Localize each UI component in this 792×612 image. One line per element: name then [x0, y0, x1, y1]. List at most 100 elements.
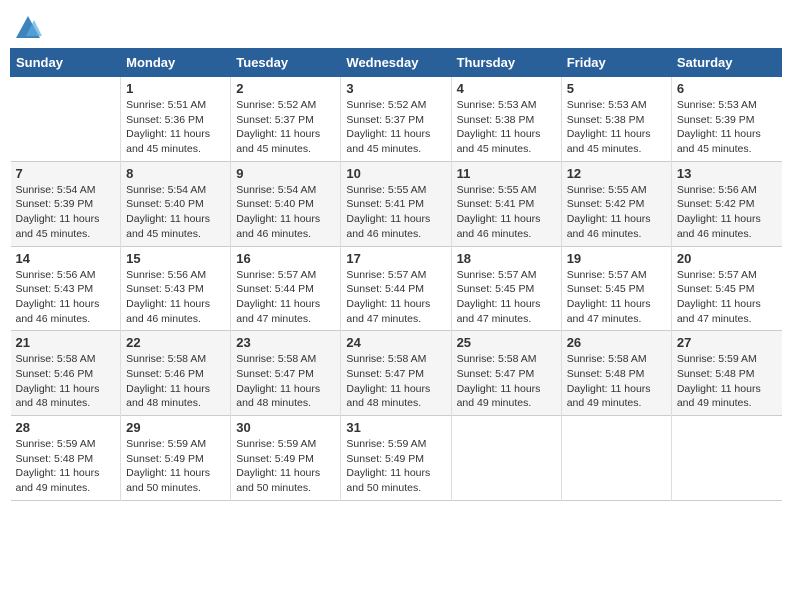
- day-info: Sunrise: 5:58 AM Sunset: 5:47 PM Dayligh…: [236, 352, 335, 411]
- day-number: 14: [16, 251, 116, 266]
- day-number: 11: [457, 166, 556, 181]
- day-number: 4: [457, 81, 556, 96]
- calendar-cell: 31Sunrise: 5:59 AM Sunset: 5:49 PM Dayli…: [341, 416, 451, 501]
- day-info: Sunrise: 5:55 AM Sunset: 5:41 PM Dayligh…: [346, 183, 445, 242]
- day-info: Sunrise: 5:53 AM Sunset: 5:38 PM Dayligh…: [567, 98, 666, 157]
- day-number: 22: [126, 335, 225, 350]
- day-number: 26: [567, 335, 666, 350]
- day-number: 20: [677, 251, 777, 266]
- calendar-cell: 11 Sunrise: 5:55 AM Sunset: 5:41 PM Dayli…: [451, 161, 561, 246]
- day-info: Sunrise: 5:58 AM Sunset: 5:47 PM Dayligh…: [346, 352, 445, 411]
- header-thursday: Thursday: [451, 49, 561, 77]
- day-number: 8: [126, 166, 225, 181]
- day-info: Sunrise: 5:57 AM Sunset: 5:44 PM Dayligh…: [236, 268, 335, 327]
- calendar-cell: 28Sunrise: 5:59 AM Sunset: 5:48 PM Dayli…: [11, 416, 121, 501]
- day-info: Sunrise: 5:58 AM Sunset: 5:46 PM Dayligh…: [126, 352, 225, 411]
- calendar-cell: 25Sunrise: 5:58 AM Sunset: 5:47 PM Dayli…: [451, 331, 561, 416]
- day-number: 2: [236, 81, 335, 96]
- day-info: Sunrise: 5:59 AM Sunset: 5:48 PM Dayligh…: [16, 437, 116, 496]
- day-info: Sunrise: 5:55 AM Sunset: 5:42 PM Dayligh…: [567, 183, 666, 242]
- week-row-3: 14 Sunrise: 5:56 AM Sunset: 5:43 PM Dayli…: [11, 246, 782, 331]
- day-number: 21: [16, 335, 116, 350]
- day-number: 18: [457, 251, 556, 266]
- calendar-cell: [671, 416, 781, 501]
- day-info: Sunrise: 5:51 AM Sunset: 5:36 PM Dayligh…: [126, 98, 225, 157]
- calendar-cell: 21 Sunrise: 5:58 AM Sunset: 5:46 PM Dayli…: [11, 331, 121, 416]
- calendar-cell: 30 Sunrise: 5:59 AM Sunset: 5:49 PM Dayli…: [231, 416, 341, 501]
- day-info: Sunrise: 5:56 AM Sunset: 5:43 PM Dayligh…: [126, 268, 225, 327]
- day-info: Sunrise: 5:54 AM Sunset: 5:40 PM Dayligh…: [236, 183, 335, 242]
- day-info: Sunrise: 5:58 AM Sunset: 5:46 PM Dayligh…: [16, 352, 116, 411]
- day-number: 30: [236, 420, 335, 435]
- day-number: 7: [16, 166, 116, 181]
- day-info: Sunrise: 5:57 AM Sunset: 5:45 PM Dayligh…: [457, 268, 556, 327]
- header-sunday: Sunday: [11, 49, 121, 77]
- week-row-5: 28Sunrise: 5:59 AM Sunset: 5:48 PM Dayli…: [11, 416, 782, 501]
- page-header: [10, 10, 782, 42]
- calendar-table: SundayMondayTuesdayWednesdayThursdayFrid…: [10, 48, 782, 501]
- day-info: Sunrise: 5:59 AM Sunset: 5:49 PM Dayligh…: [126, 437, 225, 496]
- calendar-cell: 17 Sunrise: 5:57 AM Sunset: 5:44 PM Dayli…: [341, 246, 451, 331]
- calendar-cell: 2 Sunrise: 5:52 AM Sunset: 5:37 PM Daylig…: [231, 77, 341, 162]
- header-row: SundayMondayTuesdayWednesdayThursdayFrid…: [11, 49, 782, 77]
- calendar-cell: 26 Sunrise: 5:58 AM Sunset: 5:48 PM Dayli…: [561, 331, 671, 416]
- day-number: 16: [236, 251, 335, 266]
- calendar-cell: 5 Sunrise: 5:53 AM Sunset: 5:38 PM Daylig…: [561, 77, 671, 162]
- week-row-2: 7 Sunrise: 5:54 AM Sunset: 5:39 PM Daylig…: [11, 161, 782, 246]
- day-number: 6: [677, 81, 777, 96]
- header-wednesday: Wednesday: [341, 49, 451, 77]
- calendar-cell: 29 Sunrise: 5:59 AM Sunset: 5:49 PM Dayli…: [121, 416, 231, 501]
- day-number: 25: [457, 335, 556, 350]
- day-number: 27: [677, 335, 777, 350]
- logo-icon: [14, 14, 42, 42]
- calendar-cell: 7 Sunrise: 5:54 AM Sunset: 5:39 PM Daylig…: [11, 161, 121, 246]
- calendar-cell: 14 Sunrise: 5:56 AM Sunset: 5:43 PM Dayli…: [11, 246, 121, 331]
- calendar-cell: 20Sunrise: 5:57 AM Sunset: 5:45 PM Dayli…: [671, 246, 781, 331]
- day-number: 3: [346, 81, 445, 96]
- day-number: 5: [567, 81, 666, 96]
- calendar-cell: 16 Sunrise: 5:57 AM Sunset: 5:44 PM Dayli…: [231, 246, 341, 331]
- calendar-cell: 13 Sunrise: 5:56 AM Sunset: 5:42 PM Dayli…: [671, 161, 781, 246]
- calendar-cell: 9 Sunrise: 5:54 AM Sunset: 5:40 PM Daylig…: [231, 161, 341, 246]
- week-row-1: 1 Sunrise: 5:51 AM Sunset: 5:36 PM Daylig…: [11, 77, 782, 162]
- calendar-cell: 15 Sunrise: 5:56 AM Sunset: 5:43 PM Dayli…: [121, 246, 231, 331]
- day-info: Sunrise: 5:55 AM Sunset: 5:41 PM Dayligh…: [457, 183, 556, 242]
- day-info: Sunrise: 5:59 AM Sunset: 5:48 PM Dayligh…: [677, 352, 777, 411]
- logo: [10, 14, 42, 42]
- header-saturday: Saturday: [671, 49, 781, 77]
- day-info: Sunrise: 5:57 AM Sunset: 5:44 PM Dayligh…: [346, 268, 445, 327]
- calendar-cell: 23 Sunrise: 5:58 AM Sunset: 5:47 PM Dayli…: [231, 331, 341, 416]
- calendar-cell: [451, 416, 561, 501]
- day-number: 13: [677, 166, 777, 181]
- calendar-cell: 3Sunrise: 5:52 AM Sunset: 5:37 PM Daylig…: [341, 77, 451, 162]
- day-number: 31: [346, 420, 445, 435]
- calendar-cell: 27 Sunrise: 5:59 AM Sunset: 5:48 PM Dayli…: [671, 331, 781, 416]
- calendar-cell: 4 Sunrise: 5:53 AM Sunset: 5:38 PM Daylig…: [451, 77, 561, 162]
- day-number: 17: [346, 251, 445, 266]
- day-number: 9: [236, 166, 335, 181]
- header-friday: Friday: [561, 49, 671, 77]
- day-info: Sunrise: 5:53 AM Sunset: 5:38 PM Dayligh…: [457, 98, 556, 157]
- header-monday: Monday: [121, 49, 231, 77]
- calendar-cell: 12 Sunrise: 5:55 AM Sunset: 5:42 PM Dayli…: [561, 161, 671, 246]
- day-number: 12: [567, 166, 666, 181]
- day-number: 29: [126, 420, 225, 435]
- calendar-cell: 24Sunrise: 5:58 AM Sunset: 5:47 PM Dayli…: [341, 331, 451, 416]
- calendar-cell: 18 Sunrise: 5:57 AM Sunset: 5:45 PM Dayli…: [451, 246, 561, 331]
- day-info: Sunrise: 5:59 AM Sunset: 5:49 PM Dayligh…: [236, 437, 335, 496]
- calendar-cell: 10 Sunrise: 5:55 AM Sunset: 5:41 PM Dayli…: [341, 161, 451, 246]
- calendar-cell: 19Sunrise: 5:57 AM Sunset: 5:45 PM Dayli…: [561, 246, 671, 331]
- day-info: Sunrise: 5:54 AM Sunset: 5:39 PM Dayligh…: [16, 183, 116, 242]
- day-number: 15: [126, 251, 225, 266]
- day-number: 10: [346, 166, 445, 181]
- week-row-4: 21 Sunrise: 5:58 AM Sunset: 5:46 PM Dayli…: [11, 331, 782, 416]
- day-number: 19: [567, 251, 666, 266]
- calendar-cell: 6Sunrise: 5:53 AM Sunset: 5:39 PM Daylig…: [671, 77, 781, 162]
- day-info: Sunrise: 5:54 AM Sunset: 5:40 PM Dayligh…: [126, 183, 225, 242]
- day-number: 23: [236, 335, 335, 350]
- day-info: Sunrise: 5:58 AM Sunset: 5:48 PM Dayligh…: [567, 352, 666, 411]
- day-info: Sunrise: 5:56 AM Sunset: 5:42 PM Dayligh…: [677, 183, 777, 242]
- day-info: Sunrise: 5:56 AM Sunset: 5:43 PM Dayligh…: [16, 268, 116, 327]
- day-info: Sunrise: 5:52 AM Sunset: 5:37 PM Dayligh…: [236, 98, 335, 157]
- day-number: 1: [126, 81, 225, 96]
